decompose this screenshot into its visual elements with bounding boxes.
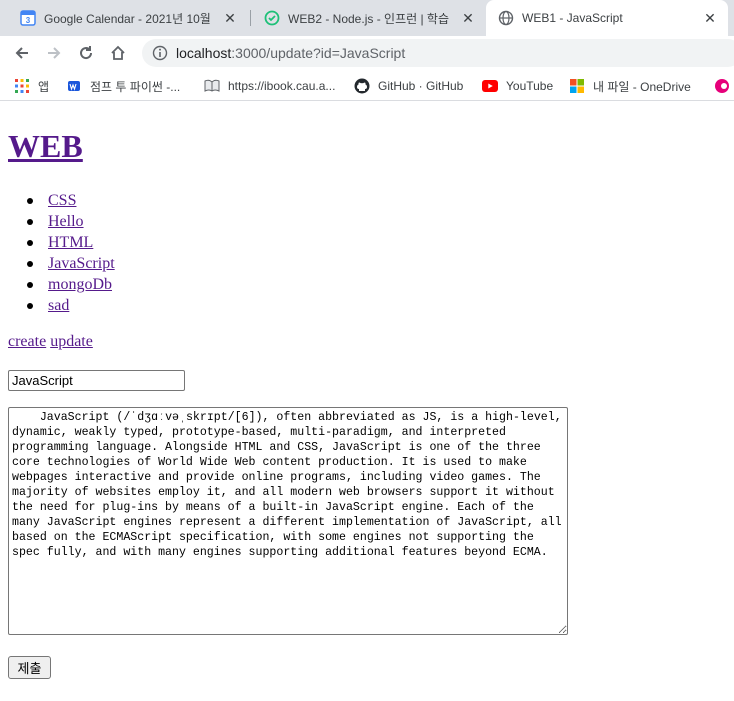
close-tab-icon[interactable]: ✕ (702, 10, 718, 26)
bookmark-label: https://ibook.cau.a... (228, 79, 336, 93)
tab-title: WEB2 - Node.js - 인프런 | 학습 (288, 11, 450, 26)
reload-icon (80, 46, 93, 60)
apps-grid-icon (14, 78, 30, 94)
topic-link-hello[interactable]: Hello (48, 213, 84, 230)
bookmark-overflow[interactable] (714, 76, 734, 96)
topic-link-html[interactable]: HTML (48, 234, 93, 251)
topic-link-mongodb[interactable]: mongoDb (48, 276, 112, 293)
list-item: Hello (8, 211, 115, 232)
url-path: :3000/update?id=JavaScript (231, 45, 406, 61)
bookmark-jump-to-python[interactable]: 점프 투 파이썬 -... (66, 76, 180, 96)
tab-title: Google Calendar - 2021년 10월 (44, 11, 211, 26)
home-icon (111, 45, 125, 60)
description-textarea[interactable]: JavaScript (/ˈdʒɑːvəˌskrɪpt/[6]), often … (8, 407, 568, 635)
tab-web1-javascript[interactable]: WEB1 - JavaScript ✕ (486, 0, 728, 36)
create-link[interactable]: create (8, 333, 46, 350)
youtube-icon (482, 78, 498, 94)
wikidocs-icon (66, 78, 82, 94)
submit-button[interactable]: 제출 (8, 656, 51, 679)
bookmark-label: 내 파일 - OneDrive (593, 79, 691, 94)
url-host: localhost (176, 45, 232, 61)
bookmarks-bar: 앱 점프 투 파이썬 -... https://ibook.cau.a... G… (0, 70, 734, 101)
info-icon[interactable] (152, 45, 168, 61)
back-button[interactable] (10, 41, 34, 65)
reload-button[interactable] (74, 41, 98, 65)
globe-icon (498, 10, 514, 26)
close-tab-icon[interactable]: ✕ (222, 10, 238, 26)
tab-google-calendar[interactable]: 3 Google Calendar - 2021년 10월 ✕ (8, 0, 248, 36)
forward-arrow-icon (48, 47, 61, 59)
list-item: HTML (8, 232, 115, 253)
list-item: JavaScript (8, 253, 115, 274)
svg-text:3: 3 (26, 16, 31, 25)
inflearn-icon (264, 10, 280, 26)
home-link[interactable]: WEB (8, 128, 83, 164)
tab-title: WEB1 - JavaScript (522, 11, 623, 25)
bookmark-label: 앱 (38, 79, 50, 94)
browser-toolbar: localhost:3000/update?id=JavaScript (0, 36, 734, 70)
home-button[interactable] (106, 41, 130, 65)
bookmark-apps[interactable]: 앱 (14, 76, 49, 96)
topic-link-sad[interactable]: sad (48, 297, 69, 314)
url-text: localhost:3000/update?id=JavaScript (176, 45, 405, 61)
bookmark-youtube[interactable]: YouTube (482, 76, 553, 96)
bookmark-label: 점프 투 파이썬 -... (90, 79, 181, 94)
bookmark-ibook[interactable]: https://ibook.cau.a... (204, 76, 335, 96)
bookmark-label: YouTube (506, 79, 554, 93)
bookmark-onedrive[interactable]: 내 파일 - OneDrive (569, 76, 691, 96)
tab-strip: 3 Google Calendar - 2021년 10월 ✕ WEB2 - N… (0, 0, 734, 36)
tab-inflearn[interactable]: WEB2 - Node.js - 인프런 | 학습 ✕ (252, 0, 486, 36)
bookmark-label: GitHub · GitHub (378, 79, 464, 93)
action-links: create update (8, 333, 93, 351)
microsoft-icon (569, 78, 585, 94)
github-icon (354, 78, 370, 94)
update-link[interactable]: update (50, 333, 93, 350)
title-input[interactable] (8, 370, 185, 391)
topic-list: CSS Hello HTML JavaScript mongoDb sad (8, 190, 115, 316)
bookmark-github[interactable]: GitHub · GitHub (354, 76, 463, 96)
forward-button[interactable] (42, 41, 66, 65)
page-title[interactable]: WEB (8, 128, 83, 165)
tab-divider (250, 10, 251, 26)
book-icon (204, 78, 220, 94)
google-calendar-icon: 3 (20, 10, 36, 26)
pink-circle-icon (714, 78, 730, 94)
back-arrow-icon (15, 47, 28, 59)
list-item: CSS (8, 190, 115, 211)
list-item: sad (8, 295, 115, 316)
close-tab-icon[interactable]: ✕ (460, 10, 476, 26)
address-bar[interactable]: localhost:3000/update?id=JavaScript (142, 39, 734, 67)
topic-link-css[interactable]: CSS (48, 192, 76, 209)
list-item: mongoDb (8, 274, 115, 295)
topic-link-javascript[interactable]: JavaScript (48, 255, 115, 272)
